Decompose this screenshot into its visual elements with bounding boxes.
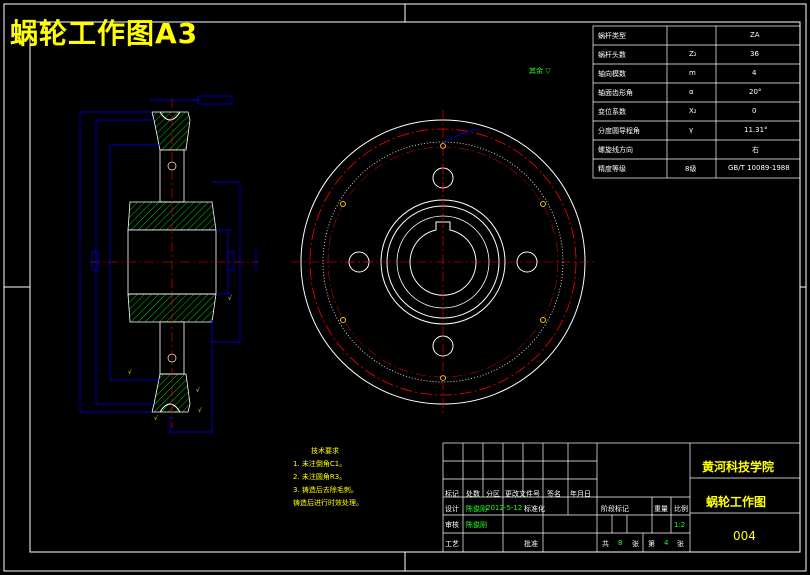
revision-header: 分区 xyxy=(486,490,500,498)
school-name: 黄河科技学院 xyxy=(702,460,775,474)
revision-header: 年月日 xyxy=(570,490,591,498)
revision-header: 更改文件号 xyxy=(505,490,540,498)
cad-drawing-canvas: √ √ √ √ √ 蜗轮工作图A3 其余 ▽ 蜗杆类型 ZA 蜗杆头数 Z₂ 3… xyxy=(0,0,810,575)
tech-note-item: 铸造后进行时效处理。 xyxy=(293,499,363,507)
svg-text:√: √ xyxy=(154,415,158,422)
svg-text:√: √ xyxy=(128,369,132,376)
technical-requirements: 技术要求 1. 未注倒角C1。 2. 未注圆角R3。 3. 铸造后去除毛刺。 铸… xyxy=(293,445,363,510)
sheet-total: 8 xyxy=(618,539,623,547)
row-label: 审核 xyxy=(445,521,459,529)
param-value: 4 xyxy=(752,69,757,77)
param-symbol: 8级 xyxy=(685,165,697,173)
tech-note-item: 1. 未注倒角C1。 xyxy=(293,460,347,468)
drawing-title: 蜗轮工作图A3 xyxy=(10,17,199,50)
param-name: 螺旋线方向 xyxy=(598,146,633,154)
sheet-no-label: 第 xyxy=(648,540,655,548)
param-name: 蜗杆类型 xyxy=(598,32,626,40)
row-label: 工艺 xyxy=(445,540,459,548)
roughness-label: 其余 xyxy=(529,67,543,75)
param-name: 精度等级 xyxy=(598,165,626,173)
row-label: 设计 xyxy=(445,505,459,513)
param-name: 轴向模数 xyxy=(598,70,626,78)
title-block-drawing-name: 蜗轮工作图 xyxy=(706,495,767,509)
scale-value: 1:2 xyxy=(674,521,686,529)
param-name: 分度圆导程角 xyxy=(598,127,640,135)
param-symbol: Z₂ xyxy=(689,50,697,58)
revision-header: 签名 xyxy=(547,490,561,498)
drawing-number: 004 xyxy=(733,529,756,543)
param-value: 11.31° xyxy=(744,126,768,134)
svg-text:√: √ xyxy=(196,387,200,394)
param-value: 36 xyxy=(750,50,759,58)
rim-top-hatch xyxy=(151,111,191,151)
param-name: 变位系数 xyxy=(598,108,626,116)
reviewer-name: 陈俊刚 xyxy=(466,521,487,529)
stage-header: 重量 xyxy=(654,505,668,513)
param-value: 右 xyxy=(752,146,759,154)
params-table-grid xyxy=(592,25,801,179)
param-value: ZA xyxy=(750,31,760,39)
sheet-no: 4 xyxy=(664,539,669,547)
row-extra: 批准 xyxy=(524,540,538,548)
param-name: 蜗杆头数 xyxy=(598,51,626,59)
param-symbol: X₂ xyxy=(689,107,697,115)
row-extra: 标准化 xyxy=(524,505,545,513)
param-value: GB/T 10089-1988 xyxy=(728,164,790,172)
stage-header: 阶段标记 xyxy=(601,505,629,513)
design-date: 2012-5-12 xyxy=(486,504,523,512)
param-name: 轴面齿形角 xyxy=(598,89,633,97)
roughness-symbol: ▽ xyxy=(545,67,551,75)
drawing-sheet: √ √ √ √ √ xyxy=(3,3,807,572)
param-value: 0 xyxy=(752,107,757,115)
param-symbol: α xyxy=(689,88,694,96)
stage-header: 比例 xyxy=(674,505,688,513)
sheet-unit: 张 xyxy=(677,540,684,548)
param-value: 20° xyxy=(749,88,762,96)
sheet-unit: 张 xyxy=(632,540,639,548)
tech-notes-heading: 技术要求 xyxy=(311,447,339,455)
svg-text:√: √ xyxy=(198,407,202,414)
svg-text:√: √ xyxy=(228,295,232,302)
param-symbol: m xyxy=(689,69,696,77)
front-view xyxy=(291,110,595,414)
sheet-total-label: 共 xyxy=(602,540,609,548)
roughness-note: 其余 ▽ xyxy=(529,66,551,76)
revision-header: 标记 xyxy=(445,490,459,498)
tech-note-item: 2. 未注圆角R3。 xyxy=(293,473,347,481)
tech-note-item: 3. 铸造后去除毛刺。 xyxy=(293,486,358,494)
designer-name: 陈俊刚 xyxy=(466,505,487,513)
revision-header: 处数 xyxy=(466,490,480,498)
param-symbol: γ xyxy=(689,126,694,134)
section-view: √ √ √ √ √ xyxy=(79,95,258,434)
